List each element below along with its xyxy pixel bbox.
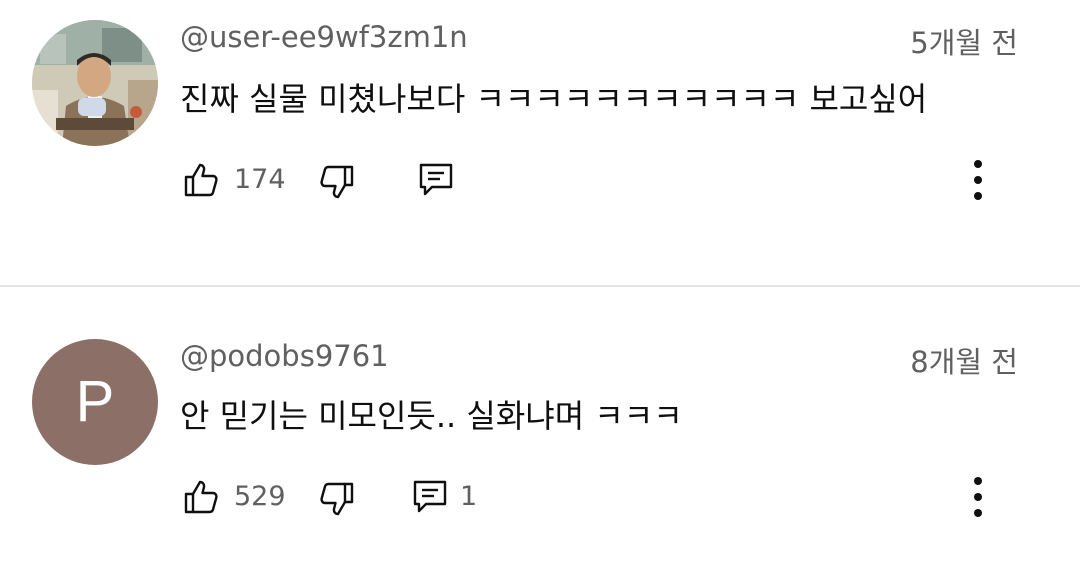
thumbs-down-icon[interactable]	[316, 479, 356, 519]
reply-icon[interactable]	[416, 160, 456, 200]
comment-time: 5개월 전	[910, 26, 1018, 60]
avatar-photo	[32, 20, 158, 146]
comment-author[interactable]: @user-ee9wf3zm1n	[180, 20, 468, 54]
more-vertical-icon[interactable]	[958, 475, 998, 519]
comment-actions: 529 1	[180, 475, 1040, 519]
avatar[interactable]: P	[32, 339, 158, 465]
more-vertical-icon[interactable]	[958, 158, 998, 202]
comment-time: 8개월 전	[910, 345, 1018, 379]
comment-author[interactable]: @podobs9761	[180, 339, 389, 373]
avatar[interactable]	[32, 20, 158, 146]
comment-actions: 174	[180, 158, 1040, 202]
comment-item: @user-ee9wf3zm1n 5개월 전 진짜 실물 미쳤나보다 ㅋㅋㅋㅋㅋ…	[0, 0, 1080, 285]
reply-icon[interactable]	[410, 477, 450, 517]
comment-text: 진짜 실물 미쳤나보다 ㅋㅋㅋㅋㅋㅋㅋㅋㅋㅋㅋ 보고싶어	[180, 80, 928, 118]
like-count: 174	[234, 164, 286, 195]
thumbs-up-icon[interactable]	[182, 160, 222, 200]
comment-item: P @podobs9761 8개월 전 안 믿기는 미모인듯.. 실화냐며 ㅋㅋ…	[0, 287, 1080, 566]
comment-text: 안 믿기는 미모인듯.. 실화냐며 ㅋㅋㅋ	[180, 397, 683, 435]
like-count: 529	[234, 481, 286, 512]
avatar-letter: P	[75, 369, 115, 434]
thumbs-up-icon[interactable]	[182, 477, 222, 517]
reply-count[interactable]: 1	[460, 481, 477, 512]
thumbs-down-icon[interactable]	[316, 162, 356, 202]
